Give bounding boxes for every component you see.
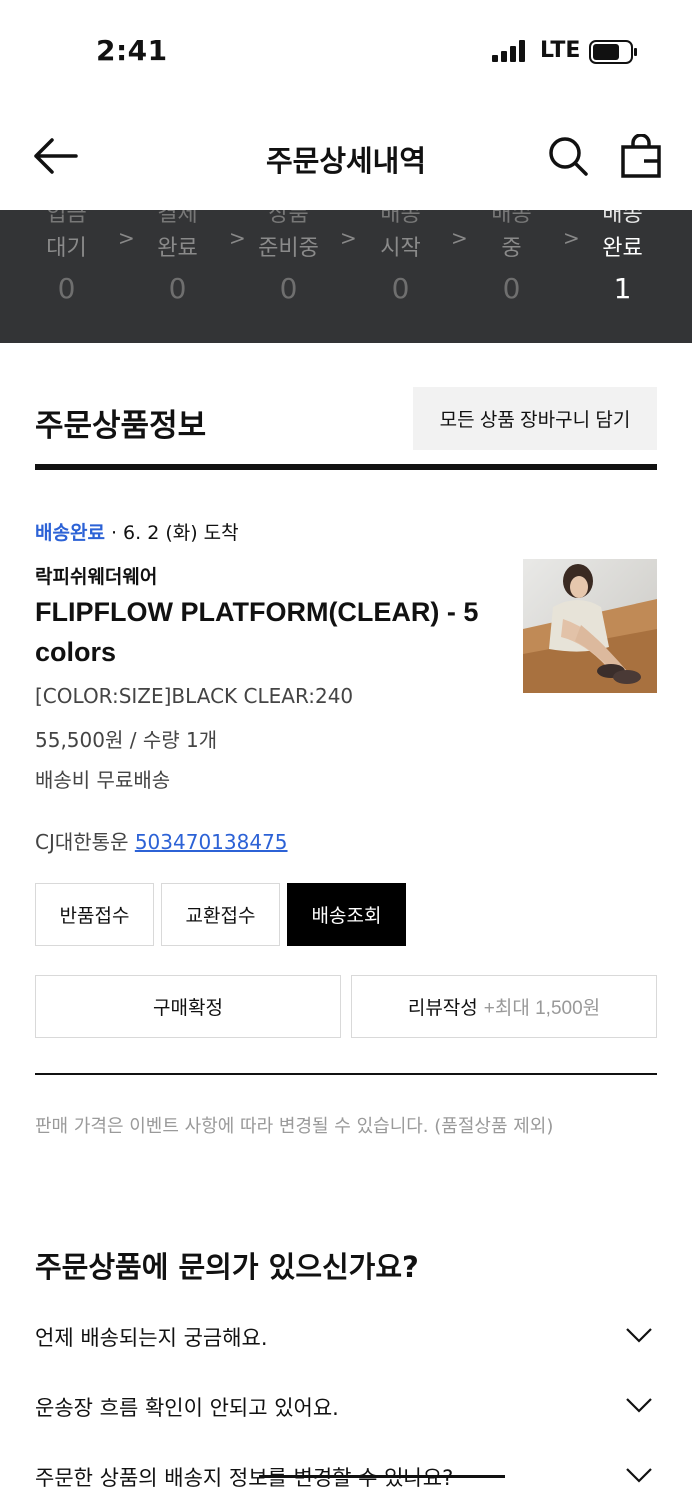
review-bonus-label: +최대 1,500원 (483, 998, 601, 1019)
courier-name: CJ대한통운 (35, 830, 129, 854)
home-indicator (259, 1475, 505, 1478)
step-label: 상품 (268, 210, 309, 227)
section-divider (35, 464, 657, 470)
faq-title: 주문상품에 문의가 있으신가요? (35, 1250, 419, 1284)
step-label: 준비중 (258, 236, 319, 261)
courier-info: CJ대한통운 503470138475 (35, 826, 288, 855)
chevron-down-icon (626, 1468, 652, 1483)
divider (35, 1073, 657, 1075)
step-preparing[interactable]: 상품 준비중 0 (233, 210, 344, 343)
step-payment-complete[interactable]: 결제 완료 0 (122, 210, 233, 343)
faq-question: 언제 배송되는지 궁금해요. (35, 1326, 268, 1350)
step-delivered[interactable]: 배송 완료 1 (567, 210, 678, 343)
step-label: 중 (501, 236, 522, 261)
step-pending-payment[interactable]: 입금 대기 0 (11, 210, 122, 343)
product-image[interactable] (523, 559, 657, 693)
product-option: [COLOR:SIZE]BLACK CLEAR:240 (35, 684, 354, 708)
top-header: 주문상세내역 (0, 100, 692, 210)
step-shipping-started[interactable]: 배송 시작 0 (345, 210, 456, 343)
delivery-status: 배송완료 · 6. 2 (화) 도착 (35, 518, 239, 545)
arrival-date: · 6. 2 (화) 도착 (104, 522, 239, 544)
step-count: 0 (57, 272, 76, 305)
step-count: 0 (279, 272, 298, 305)
step-label: 결제 (157, 210, 198, 227)
step-label: 배송 (491, 210, 532, 227)
faq-item[interactable]: 언제 배송되는지 궁금해요. (35, 1316, 657, 1356)
step-label: 배송 (602, 210, 643, 227)
return-request-button[interactable]: 반품접수 (35, 883, 154, 946)
order-status-steps: 입금 대기 0 > 결제 완료 0 > 상품 준비중 0 > 배송 시작 0 >… (0, 210, 692, 343)
shipping-fee: 배송비 무료배송 (35, 768, 171, 792)
chevron-down-icon (626, 1398, 652, 1413)
chevron-down-icon (626, 1328, 652, 1343)
track-delivery-button[interactable]: 배송조회 (287, 883, 406, 946)
search-icon[interactable] (546, 134, 590, 178)
step-label: 완료 (602, 236, 643, 261)
step-label: 입금 (46, 210, 87, 227)
step-label: 시작 (380, 236, 421, 261)
step-count: 0 (168, 272, 187, 305)
step-label: 배송 (380, 210, 421, 227)
add-all-to-cart-button[interactable]: 모든 상품 장바구니 담기 (413, 387, 657, 450)
write-review-button[interactable]: 리뷰작성 +최대 1,500원 (351, 975, 657, 1038)
section-title: 주문상품정보 (35, 408, 207, 444)
exchange-request-button[interactable]: 교환접수 (161, 883, 280, 946)
faq-question: 운송장 흐름 확인이 안되고 있어요. (35, 1396, 339, 1420)
step-count: 0 (502, 272, 521, 305)
write-review-label: 리뷰작성 (407, 998, 478, 1019)
faq-item[interactable]: 운송장 흐름 확인이 안되고 있어요. (35, 1386, 657, 1426)
tracking-number-link[interactable]: 503470138475 (135, 830, 288, 854)
network-label: LTE (540, 38, 581, 63)
step-in-transit[interactable]: 배송 중 0 (456, 210, 567, 343)
delivery-status-badge: 배송완료 (35, 522, 105, 544)
shopping-bag-icon[interactable] (620, 134, 662, 178)
price-notice: 판매 가격은 이벤트 사항에 따라 변경될 수 있습니다. (품절상품 제외) (35, 1116, 554, 1137)
step-count: 1 (613, 272, 632, 305)
confirm-purchase-button[interactable]: 구매확정 (35, 975, 341, 1038)
product-photo (523, 559, 657, 693)
status-time: 2:41 (96, 34, 168, 67)
price-quantity: 55,500원 / 수량 1개 (35, 728, 218, 752)
status-bar: 2:41 LTE (0, 0, 692, 100)
step-count: 0 (391, 272, 410, 305)
step-label: 대기 (46, 236, 87, 261)
faq-item[interactable]: 주문한 상품의 배송지 정보를 변경할 수 있나요? (35, 1456, 657, 1496)
battery-icon (589, 40, 637, 64)
signal-icon (492, 40, 525, 62)
product-name[interactable]: FLIPFLOW PLATFORM(CLEAR) - 5 colors (35, 592, 495, 672)
brand-name[interactable]: 락피쉬웨더웨어 (35, 562, 157, 589)
step-label: 완료 (157, 236, 198, 261)
